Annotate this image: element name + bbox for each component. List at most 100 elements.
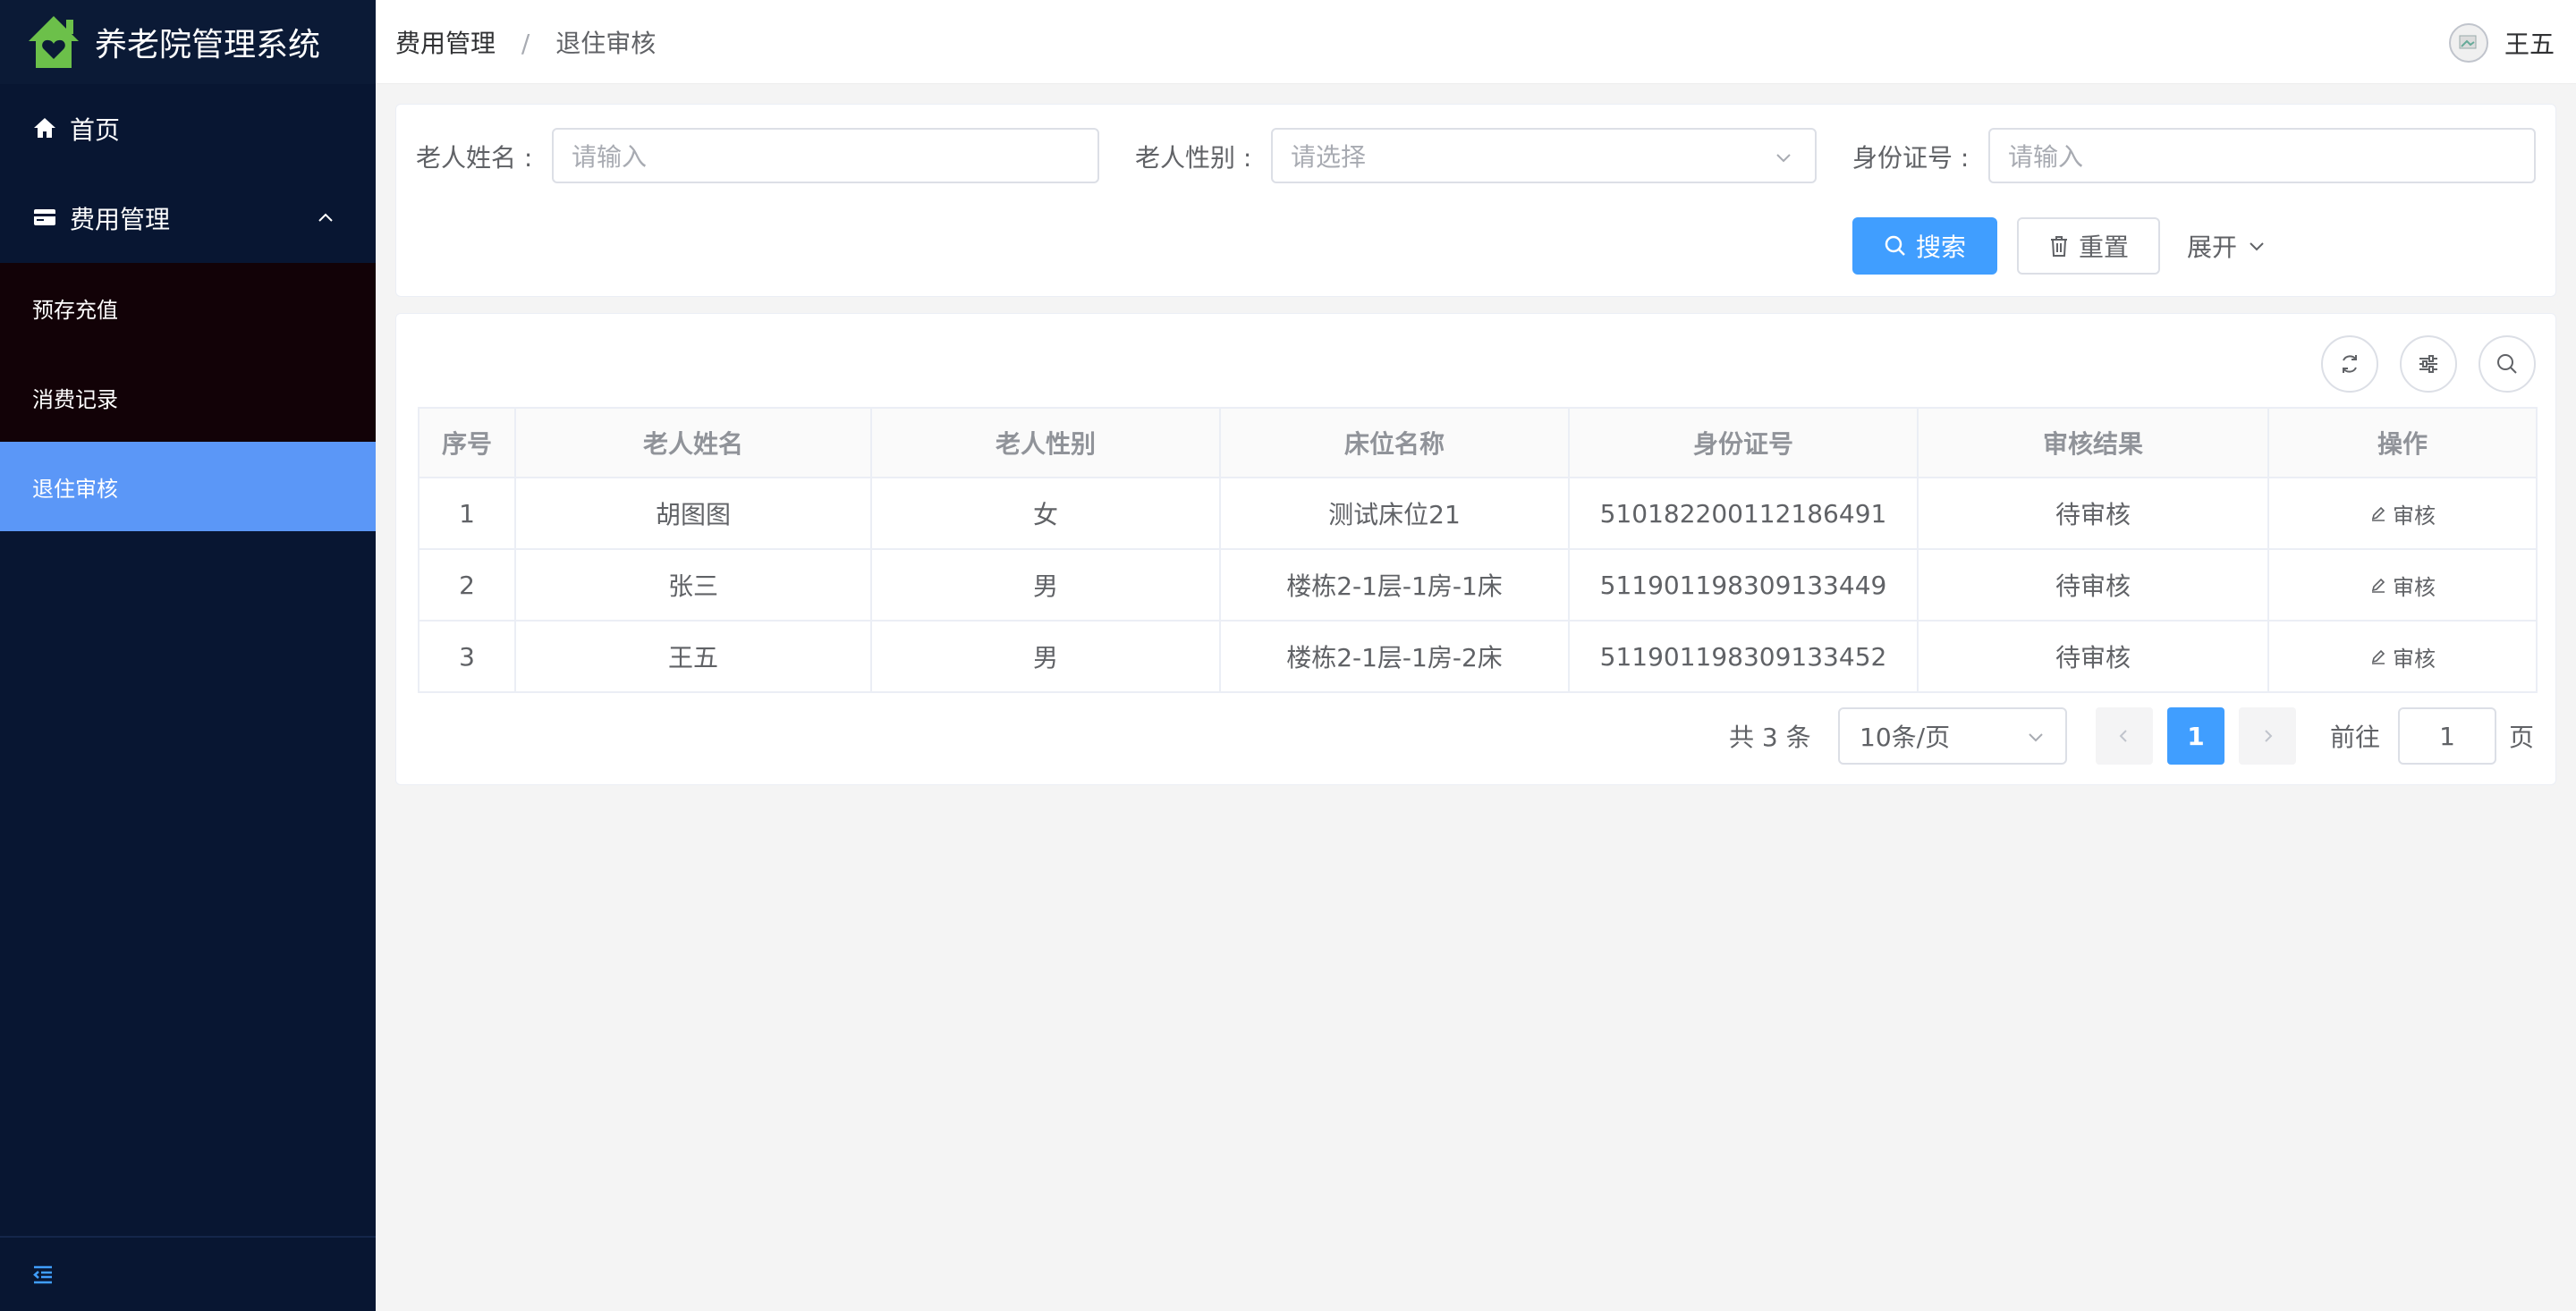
gender-select[interactable]: 请选择 (1271, 128, 1817, 183)
sidebar-item-label: 费用管理 (70, 205, 171, 234)
sidebar-item-consumption-records[interactable]: 消费记录 (0, 352, 376, 442)
cell-actions: 审核 (2267, 620, 2538, 693)
search-icon (2497, 354, 2517, 374)
cell-status: 待审核 (1917, 477, 2269, 550)
column-settings-button[interactable] (2400, 335, 2457, 393)
goto-page-value: 1 (2439, 721, 2455, 751)
search-form: 老人姓名 : 请输入 老人性别 : 请选择 身份证号 : 请输入 搜索 重置 展… (395, 104, 2556, 297)
id-number-placeholder: 请输入 (2008, 142, 2084, 172)
sidebar-item-fee-management[interactable]: 费用管理 (0, 173, 376, 263)
review-button[interactable]: 审核 (2369, 498, 2436, 529)
review-button-label: 审核 (2393, 574, 2436, 600)
cell-gender: 男 (870, 548, 1221, 622)
menu-fold-icon (33, 1265, 52, 1284)
sidebar-item-label: 预存充值 (32, 297, 118, 323)
reset-button[interactable]: 重置 (2017, 217, 2160, 275)
gender-placeholder: 请选择 (1291, 142, 1367, 172)
app-logo: 养老院管理系统 (0, 0, 376, 84)
table-header-row: 序号 老人姓名 老人性别 床位名称 身份证号 审核结果 操作 (418, 407, 2538, 478)
expand-button[interactable]: 展开 (2187, 217, 2267, 275)
prev-page-button[interactable] (2096, 707, 2153, 765)
goto-label: 前往 (2330, 723, 2381, 752)
current-page-number: 1 (2187, 721, 2205, 751)
trash-icon (2050, 236, 2067, 257)
review-button[interactable]: 审核 (2369, 570, 2436, 601)
column-header-name: 老人姓名 (514, 407, 872, 478)
breadcrumb-item-fee-management[interactable]: 费用管理 (395, 29, 496, 58)
cell-id-number: 511901198309133452 (1568, 620, 1919, 693)
home-icon (32, 115, 59, 142)
card-icon (32, 205, 59, 232)
search-button-label: 搜索 (1915, 233, 1966, 262)
refresh-button[interactable] (2321, 335, 2378, 393)
name-input[interactable]: 请输入 (552, 128, 1099, 183)
sidebar-item-home[interactable]: 首页 (0, 84, 376, 173)
cell-actions: 审核 (2267, 548, 2538, 622)
sidebar-item-label: 退住审核 (32, 476, 118, 502)
next-page-button[interactable] (2239, 707, 2296, 765)
cell-id-number: 510182200112186491 (1568, 477, 1919, 550)
toggle-search-button[interactable] (2479, 335, 2536, 393)
cell-index: 2 (418, 548, 516, 622)
goto-page: 前往 1 页 (2330, 707, 2534, 765)
cell-status: 待审核 (1917, 548, 2269, 622)
cell-bed: 测试床位21 (1219, 477, 1570, 550)
page-size-select[interactable]: 10条/页 (1838, 707, 2067, 765)
table-panel: 序号 老人姓名 老人性别 床位名称 身份证号 审核结果 操作 1 胡图图 女 测… (395, 313, 2556, 785)
cell-name: 王五 (514, 620, 872, 693)
app-title: 养老院管理系统 (95, 27, 321, 63)
goto-page-input[interactable]: 1 (2398, 707, 2497, 765)
cell-id-number: 511901198309133449 (1568, 548, 1919, 622)
edit-icon (2371, 506, 2385, 521)
cell-actions: 审核 (2267, 477, 2538, 550)
cell-name: 张三 (514, 548, 872, 622)
cell-bed: 楼栋2-1层-1房-2床 (1219, 620, 1570, 693)
sidebar-item-checkout-review[interactable]: 退住审核 (0, 442, 376, 531)
chevron-down-icon (2029, 733, 2043, 742)
pagination-total: 共 3 条 (1729, 707, 1811, 765)
broken-image-icon (2459, 35, 2477, 49)
cell-name: 胡图图 (514, 477, 872, 550)
user-name: 王五 (2504, 30, 2555, 59)
sliders-icon (2419, 355, 2437, 373)
column-header-actions: 操作 (2267, 407, 2538, 478)
review-button-label: 审核 (2393, 503, 2436, 529)
page-suffix-label: 页 (2509, 723, 2535, 752)
chevron-up-icon (318, 213, 333, 222)
review-button[interactable]: 审核 (2369, 641, 2436, 672)
sidebar-item-label: 首页 (70, 115, 121, 145)
cell-gender: 男 (870, 620, 1221, 693)
search-button[interactable]: 搜索 (1852, 217, 1997, 275)
id-number-input[interactable]: 请输入 (1988, 128, 2536, 183)
sidebar-item-prepaid-recharge[interactable]: 预存充值 (0, 263, 376, 352)
table-row: 2 张三 男 楼栋2-1层-1房-1床 511901198309133449 待… (418, 548, 2538, 622)
column-header-id-number: 身份证号 (1568, 407, 1919, 478)
breadcrumb-item-checkout-review: 退住审核 (555, 28, 657, 58)
breadcrumb: 费用管理 / 退住审核 (395, 24, 656, 60)
user-menu[interactable]: 王五 (2448, 23, 2555, 63)
search-icon (1885, 235, 1905, 256)
refresh-icon (2343, 355, 2357, 373)
column-header-index: 序号 (418, 407, 516, 478)
top-header: 费用管理 / 退住审核 王五 (376, 0, 2576, 84)
column-header-gender: 老人性别 (870, 407, 1221, 478)
id-number-label: 身份证号 : (1852, 143, 1970, 173)
chevron-right-icon (2265, 730, 2273, 742)
sidebar-collapse-button[interactable] (0, 1236, 376, 1311)
chevron-down-icon (2250, 242, 2264, 251)
sidebar: 养老院管理系统 首页 费用管理 预存充值 消费记录 退住审核 (0, 0, 376, 1311)
edit-icon (2371, 578, 2385, 593)
chevron-left-icon (2119, 730, 2127, 742)
table-row: 1 胡图图 女 测试床位21 510182200112186491 待审核 审核 (418, 477, 2538, 550)
review-button-label: 审核 (2393, 646, 2436, 672)
gender-label: 老人性别 : (1135, 143, 1252, 173)
page-number-button[interactable]: 1 (2167, 707, 2224, 765)
cell-bed: 楼栋2-1层-1房-1床 (1219, 548, 1570, 622)
breadcrumb-separator: / (521, 28, 530, 58)
cell-status: 待审核 (1917, 620, 2269, 693)
edit-icon (2371, 649, 2385, 664)
avatar[interactable] (2448, 23, 2488, 63)
cell-gender: 女 (870, 477, 1221, 550)
house-heart-icon (29, 16, 79, 68)
cell-index: 3 (418, 620, 516, 693)
